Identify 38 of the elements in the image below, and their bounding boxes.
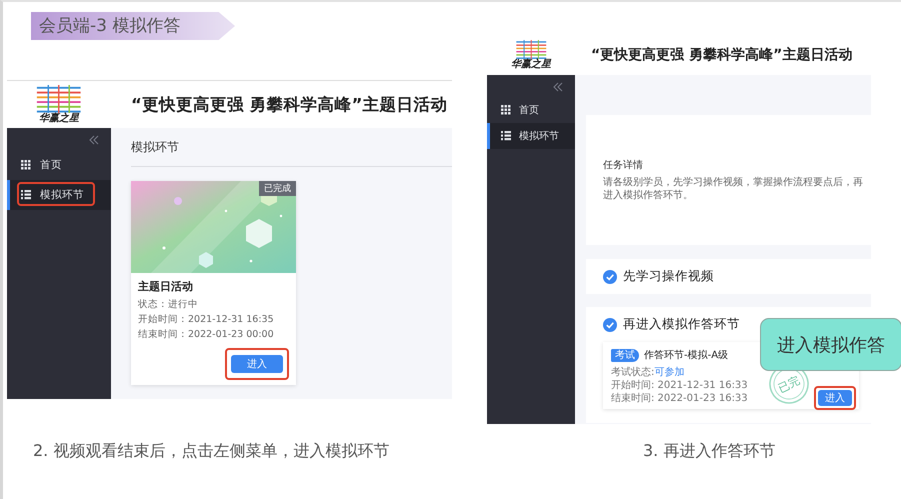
- exam-status-label: 考试状态:: [611, 366, 654, 379]
- list-icon: [501, 131, 511, 141]
- exam-status-value: 可参加: [654, 366, 684, 379]
- card-title: 主题日活动: [138, 279, 194, 294]
- page-heading: 模拟环节: [131, 128, 452, 167]
- slide-title: 会员端-3 模拟作答: [31, 12, 235, 40]
- caption: 3. 再进入作答环节: [643, 441, 776, 462]
- task-heading: 任务详情: [603, 158, 644, 172]
- collapse-icon[interactable]: [553, 82, 563, 92]
- exam-text: 结束时间: 2022-01-23 16:33: [611, 392, 748, 405]
- task-text: 请各级别学员，先学习操作视频，掌握操作流程要点后，再进入模拟作答环节。: [603, 176, 864, 202]
- enter-button[interactable]: 进入: [818, 390, 852, 406]
- logo-icon: [35, 84, 83, 114]
- collapse-icon[interactable]: [89, 135, 99, 145]
- grid-icon: [501, 105, 511, 115]
- app-title: “更快更高更强 勇攀科学高峰”主题日活动: [131, 94, 448, 116]
- card-text: 结束时间：2022-01-23 00:00: [138, 328, 275, 342]
- exam-text: 开始时间: 2021-12-31 16:33: [611, 379, 748, 392]
- menu-item[interactable]: 首页: [487, 97, 575, 123]
- logo-icon: [514, 40, 548, 60]
- status-badge: 已完成: [259, 181, 296, 196]
- caption: 2. 视频观看结束后，点击左侧菜单，进入模拟环节: [33, 441, 390, 462]
- card-text: 状态：进行中: [138, 298, 199, 312]
- enter-button[interactable]: 进入: [231, 355, 283, 373]
- logo-text: 华赢之星: [511, 59, 551, 70]
- menu-item[interactable]: 模拟环节: [487, 123, 575, 149]
- app-title: “更快更高更强 勇攀科学高峰”主题日活动: [591, 46, 852, 64]
- list-icon: [21, 190, 31, 200]
- callout: 进入模拟作答: [760, 318, 901, 371]
- logo-text: 华赢之星: [39, 113, 79, 124]
- section-title: 再进入模拟作答环节: [623, 316, 740, 333]
- section-title: 先学习操作视频: [623, 268, 714, 285]
- menu-item[interactable]: 首页: [7, 150, 111, 180]
- exam-tag: 考试: [611, 348, 639, 362]
- card-text: 开始时间：2021-12-31 16:35: [138, 313, 275, 327]
- menu-item[interactable]: 模拟环节: [7, 180, 111, 210]
- grid-icon: [21, 160, 31, 170]
- exam-title: 作答环节-模拟-A级: [644, 348, 728, 362]
